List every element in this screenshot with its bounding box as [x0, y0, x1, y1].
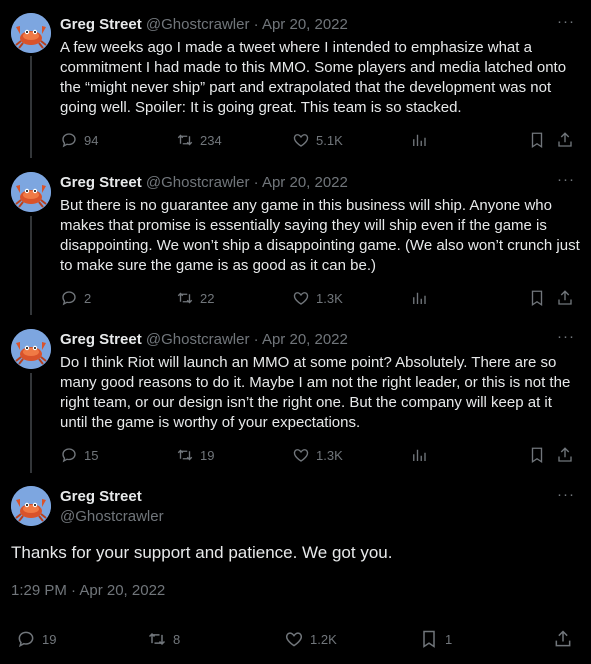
reply-button[interactable]: 19: [16, 629, 56, 649]
reply-count: 2: [84, 290, 92, 306]
retweet-button[interactable]: 234: [176, 130, 222, 150]
reply-icon: [60, 289, 78, 307]
like-button[interactable]: 1.2K: [284, 629, 337, 649]
share-button[interactable]: [556, 288, 574, 308]
views-button[interactable]: [410, 130, 428, 150]
like-count: 1.3K: [316, 290, 343, 306]
retweet-count: 8: [173, 631, 181, 647]
tweet-meta[interactable]: @Ghostcrawler · Apr 20, 2022: [146, 174, 348, 191]
tweet-header: Greg Street @Ghostcrawler · Apr 20, 2022: [60, 330, 348, 350]
avatar[interactable]: [11, 13, 51, 53]
share-button[interactable]: [556, 445, 574, 465]
thread-connector: [30, 373, 32, 473]
share-button[interactable]: [553, 629, 573, 649]
tweet-header: Greg Street @Ghostcrawler: [60, 487, 164, 527]
tweet-meta[interactable]: @Ghostcrawler · Apr 20, 2022: [146, 16, 348, 33]
thread-connector: [30, 56, 32, 158]
bookmark-icon: [528, 446, 546, 464]
bookmark-icon: [528, 289, 546, 307]
more-icon[interactable]: ···: [557, 171, 575, 188]
like-button[interactable]: 1.3K: [292, 288, 343, 308]
tweet-actions: 94 234 5.1K: [60, 130, 580, 150]
author-name[interactable]: Greg Street: [60, 487, 164, 507]
reply-icon: [60, 446, 78, 464]
tweet-text: A few weeks ago I made a tweet where I i…: [60, 39, 567, 116]
views-icon: [410, 131, 428, 149]
tweet-actions: 15 19 1.3K: [60, 445, 580, 465]
bookmark-button[interactable]: [528, 130, 546, 150]
like-count: 1.2K: [310, 631, 337, 647]
tweet-header: Greg Street @Ghostcrawler · Apr 20, 2022: [60, 173, 348, 193]
avatar[interactable]: [11, 486, 51, 526]
main-tweet: Greg Street @Ghostcrawler ··· Thanks for…: [0, 473, 591, 664]
like-button[interactable]: 1.3K: [292, 445, 343, 465]
share-icon: [553, 629, 573, 649]
like-count: 1.3K: [316, 447, 343, 463]
tweet-meta[interactable]: @Ghostcrawler · Apr 20, 2022: [146, 331, 348, 348]
more-icon[interactable]: ···: [557, 328, 575, 345]
avatar[interactable]: [11, 329, 51, 369]
like-icon: [284, 629, 304, 649]
more-icon[interactable]: ···: [557, 486, 575, 503]
like-icon: [292, 289, 310, 307]
retweet-icon: [176, 446, 194, 464]
like-button[interactable]: 5.1K: [292, 130, 343, 150]
bookmark-icon: [419, 629, 439, 649]
author-name[interactable]: Greg Street: [60, 16, 142, 33]
retweet-button[interactable]: 8: [147, 629, 180, 649]
thread-tweet[interactable]: Greg Street @Ghostcrawler · Apr 20, 2022…: [0, 315, 591, 473]
retweet-icon: [176, 131, 194, 149]
like-count: 5.1K: [316, 132, 343, 148]
share-icon: [556, 131, 574, 149]
reply-icon: [16, 629, 36, 649]
reply-button[interactable]: 15: [60, 445, 98, 465]
tweet-actions: 19 8 1.2K 1: [16, 629, 576, 651]
tweet-text: Thanks for your support and patience. We…: [11, 543, 393, 562]
reply-icon: [60, 131, 78, 149]
reply-count: 15: [84, 447, 99, 463]
retweet-icon: [147, 629, 167, 649]
views-icon: [410, 289, 428, 307]
bookmark-icon: [528, 131, 546, 149]
retweet-count: 234: [200, 132, 222, 148]
like-icon: [292, 131, 310, 149]
avatar[interactable]: [11, 172, 51, 212]
like-icon: [292, 446, 310, 464]
more-icon[interactable]: ···: [557, 13, 575, 30]
share-icon: [556, 446, 574, 464]
thread-connector: [30, 216, 32, 315]
share-icon: [556, 289, 574, 307]
author-handle[interactable]: @Ghostcrawler: [60, 507, 164, 527]
reply-count: 94: [84, 132, 99, 148]
retweet-count: 19: [200, 447, 215, 463]
bookmark-button[interactable]: [528, 288, 546, 308]
author-name[interactable]: Greg Street: [60, 331, 142, 348]
thread-tweet[interactable]: Greg Street @Ghostcrawler · Apr 20, 2022…: [0, 0, 591, 158]
retweet-button[interactable]: 19: [176, 445, 214, 465]
tweet-header: Greg Street @Ghostcrawler · Apr 20, 2022: [60, 15, 348, 35]
views-icon: [410, 446, 428, 464]
retweet-button[interactable]: 22: [176, 288, 214, 308]
bookmark-count: 1: [445, 631, 453, 647]
reply-button[interactable]: 2: [60, 288, 91, 308]
reply-count: 19: [42, 631, 57, 647]
author-name[interactable]: Greg Street: [60, 174, 142, 191]
share-button[interactable]: [556, 130, 574, 150]
views-button[interactable]: [410, 288, 428, 308]
thread-tweet[interactable]: Greg Street @Ghostcrawler · Apr 20, 2022…: [0, 158, 591, 315]
tweet-text: Do I think Riot will launch an MMO at so…: [60, 354, 571, 431]
bookmark-button[interactable]: [528, 445, 546, 465]
retweet-count: 22: [200, 290, 215, 306]
reply-button[interactable]: 94: [60, 130, 98, 150]
views-button[interactable]: [410, 445, 428, 465]
tweet-actions: 2 22 1.3K: [60, 288, 580, 308]
retweet-icon: [176, 289, 194, 307]
tweet-text: But there is no guarantee any game in th…: [60, 197, 580, 274]
timestamp[interactable]: 1:29 PM · Apr 20, 2022: [11, 581, 165, 601]
bookmark-button[interactable]: 1: [419, 629, 452, 649]
